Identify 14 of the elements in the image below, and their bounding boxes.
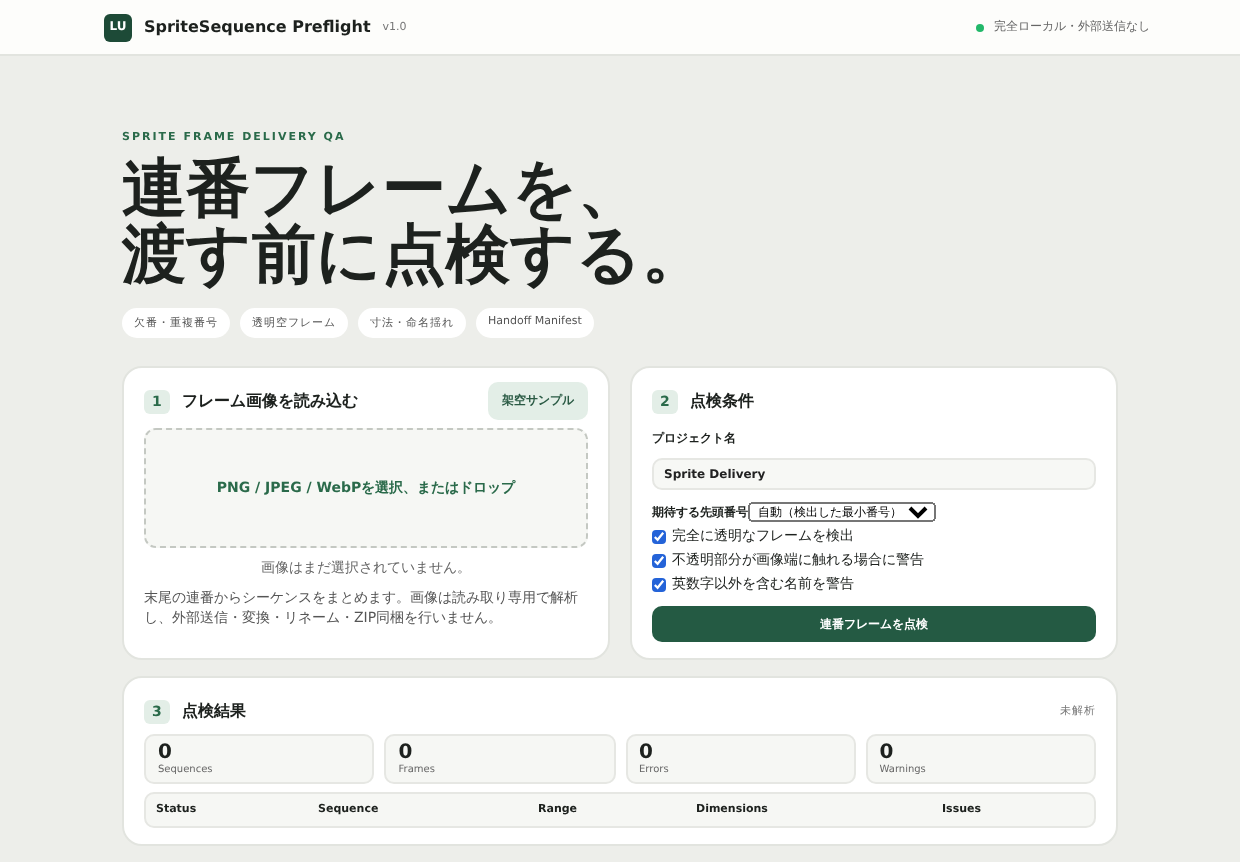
headline-text: 渡す前に点検する。 [122,222,708,288]
stat-value: 0 [879,742,896,764]
option-checkbox[interactable] [652,529,666,543]
headline-text: 連番フレームを、 [122,156,644,222]
app-name: SpriteSequence Preflight [144,18,371,36]
stat-value: 0 [398,742,415,764]
stat-value: 0 [158,742,174,764]
card-title: フレーム画像を読み込む [181,390,358,412]
status-dot-icon [976,23,984,31]
option-checkbox[interactable] [652,553,666,567]
option-checkbox[interactable] [652,577,666,591]
card-title: 点検結果 [181,700,246,722]
stat-value: 0 [639,742,655,764]
card-title: 点検条件 [689,390,754,412]
